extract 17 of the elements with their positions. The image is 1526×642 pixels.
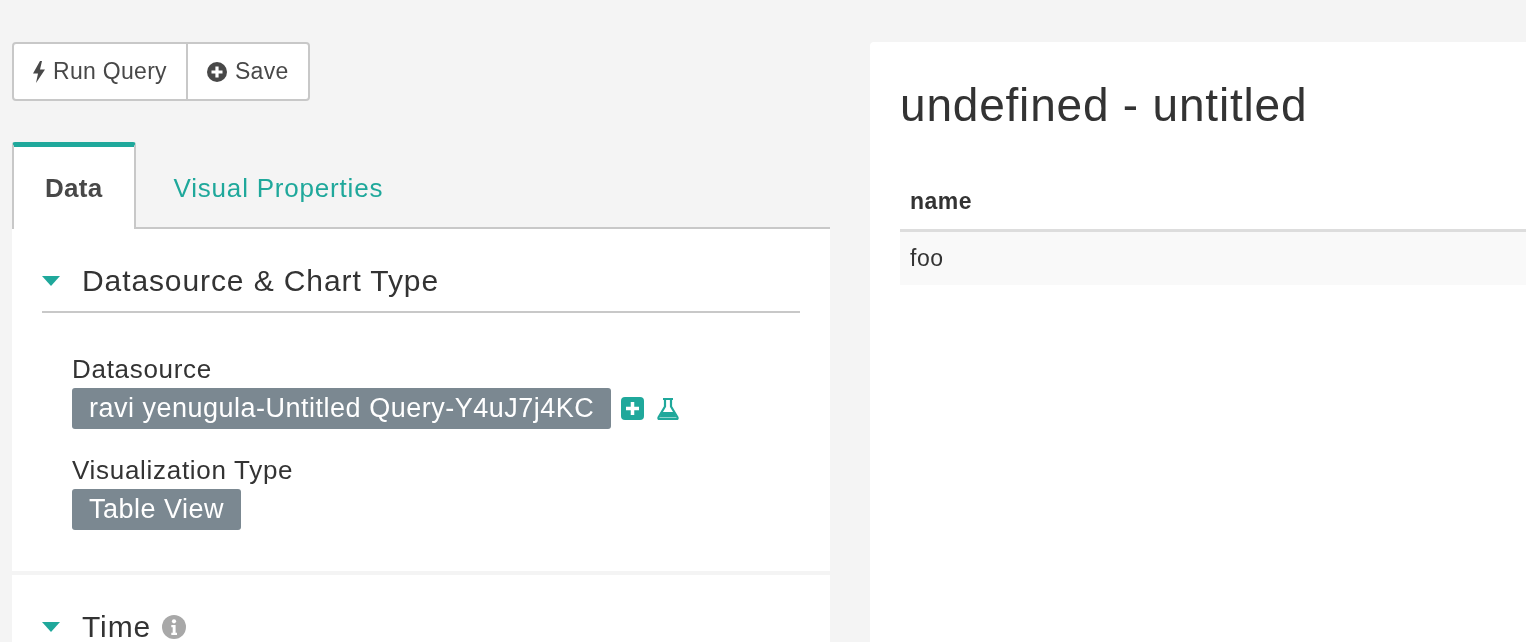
plus-circle-icon (206, 61, 227, 82)
plus-square-icon[interactable] (621, 397, 645, 420)
tab[interactable]: Data (12, 142, 136, 229)
select-field[interactable]: ravi yenugula-Untitled Query-Y4uJ7j4KC (72, 388, 612, 429)
chart-title: undefined - untitled (900, 80, 1308, 130)
field-label: Datasource (72, 354, 212, 384)
caret-icon[interactable] (42, 276, 60, 286)
section-title: Time (82, 612, 152, 642)
select-field[interactable]: Table View (72, 489, 242, 530)
field-label: Visualization Type (72, 455, 294, 485)
bolt-icon (33, 60, 45, 83)
save-button[interactable]: Save (185, 42, 310, 101)
section-title: Datasource & Chart Type (82, 266, 439, 296)
table-cell: foo (900, 230, 1526, 285)
caret-icon[interactable] (42, 622, 60, 632)
run-query-button[interactable]: Run Query (12, 42, 188, 101)
flask-icon[interactable] (656, 396, 681, 421)
